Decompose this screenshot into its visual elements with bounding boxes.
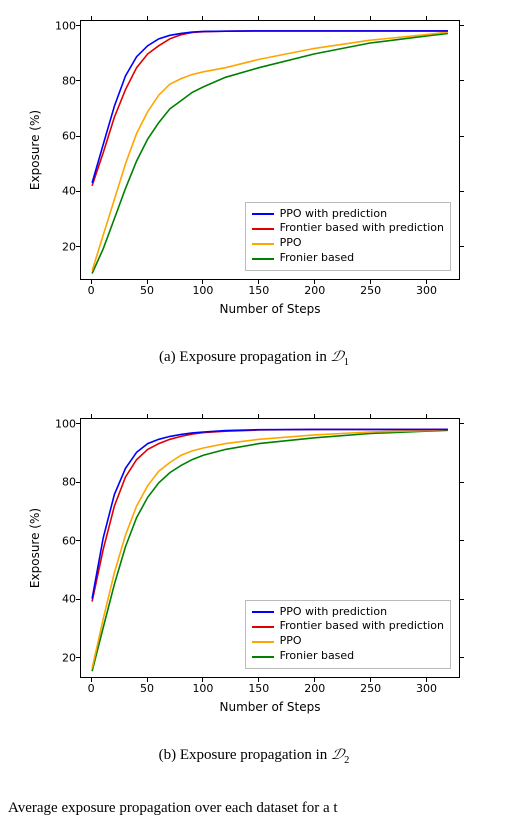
caption-text: (a) Exposure propagation in [159, 349, 331, 365]
subcaption-b: (b) Exposure propagation in 𝒟2 [20, 746, 488, 766]
legend-item: PPO with prediction [252, 605, 444, 620]
legend-swatch [252, 213, 274, 215]
legend-d2: PPO with prediction Frontier based with … [245, 600, 451, 669]
truncated-caption: Average exposure propagation over each d… [0, 796, 508, 817]
legend-item: Frontier based with prediction [252, 221, 444, 236]
legend-item: Fronier based [252, 251, 444, 266]
legend-label: PPO [280, 236, 302, 251]
legend-d1: PPO with prediction Frontier based with … [245, 202, 451, 271]
subcaption-a: (a) Exposure propagation in 𝒟1 [20, 348, 488, 368]
legend-swatch [252, 258, 274, 260]
plot-d1: PPO with prediction Frontier based with … [20, 10, 488, 330]
plot-d2: PPO with prediction Frontier based with … [20, 408, 488, 728]
legend-label: Fronier based [280, 251, 355, 266]
y-axis-label: Exposure (%) [28, 508, 42, 588]
legend-swatch [252, 243, 274, 245]
legend-swatch [252, 626, 274, 628]
caption-symbol: 𝒟 [331, 747, 344, 762]
legend-item: Frontier based with prediction [252, 619, 444, 634]
legend-swatch [252, 656, 274, 658]
caption-sub: 2 [344, 755, 349, 766]
caption-sub: 1 [344, 357, 349, 368]
x-axis-label: Number of Steps [80, 700, 460, 714]
legend-label: PPO [280, 634, 302, 649]
legend-label: PPO with prediction [280, 605, 387, 620]
legend-item: PPO with prediction [252, 207, 444, 222]
caption-text: (b) Exposure propagation in [159, 747, 331, 763]
legend-label: Fronier based [280, 649, 355, 664]
caption-symbol: 𝒟 [331, 349, 344, 364]
legend-item: PPO [252, 634, 444, 649]
legend-label: Frontier based with prediction [280, 619, 444, 634]
y-axis-label: Exposure (%) [28, 110, 42, 190]
legend-swatch [252, 641, 274, 643]
legend-item: PPO [252, 236, 444, 251]
plot-area-d1: PPO with prediction Frontier based with … [80, 20, 460, 280]
legend-swatch [252, 611, 274, 613]
figure-d2: PPO with prediction Frontier based with … [0, 398, 508, 766]
x-axis-label: Number of Steps [80, 302, 460, 316]
figure-d1: PPO with prediction Frontier based with … [0, 0, 508, 368]
legend-swatch [252, 228, 274, 230]
plot-area-d2: PPO with prediction Frontier based with … [80, 418, 460, 678]
legend-item: Fronier based [252, 649, 444, 664]
legend-label: Frontier based with prediction [280, 221, 444, 236]
legend-label: PPO with prediction [280, 207, 387, 222]
